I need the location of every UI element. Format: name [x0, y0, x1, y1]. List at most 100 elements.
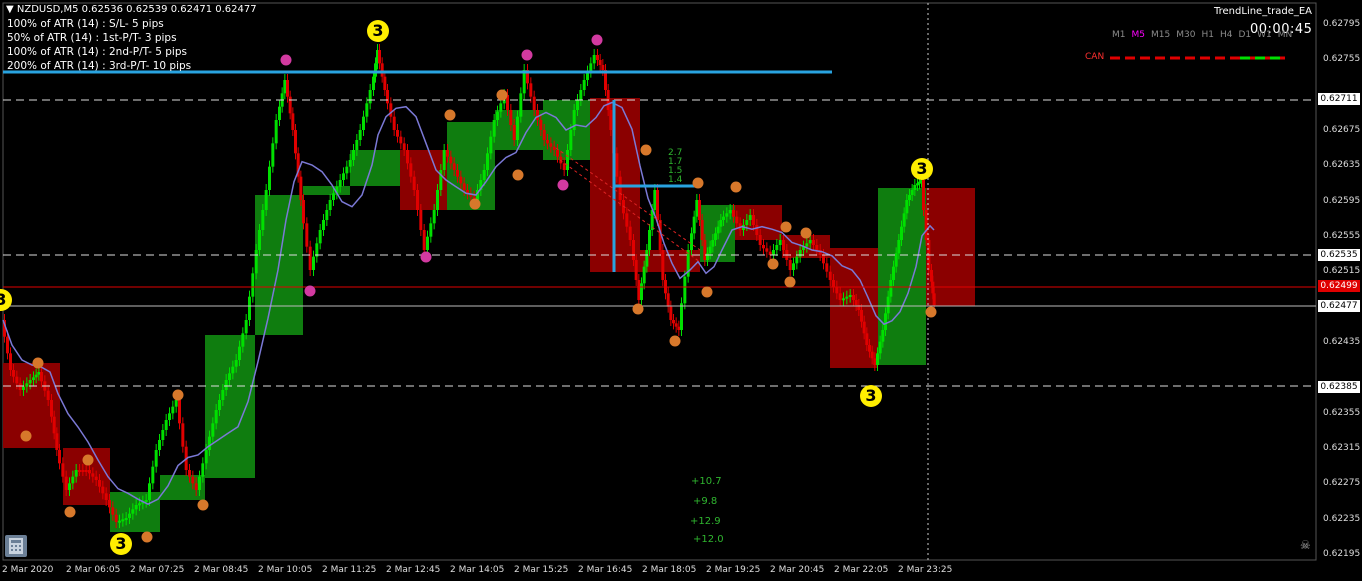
candle-body	[876, 353, 879, 365]
candle-body	[492, 120, 496, 137]
candle-body	[134, 505, 138, 510]
candle-body	[358, 130, 362, 140]
candle-body	[286, 80, 289, 97]
candle-body	[399, 136, 403, 144]
skull-icon[interactable]: ☠	[1300, 538, 1311, 552]
candle-body	[114, 514, 118, 522]
candle-body	[499, 103, 503, 112]
candle-body	[368, 90, 372, 104]
candle-body	[669, 306, 673, 320]
candle-body	[355, 140, 359, 150]
tf-m15[interactable]: M15	[1151, 30, 1170, 40]
candle-body	[94, 476, 98, 480]
candle-body	[302, 200, 305, 224]
candle-body	[325, 210, 329, 220]
candle-body	[509, 110, 513, 125]
candle-body	[208, 436, 211, 450]
price-tick: 0.62435	[1323, 337, 1361, 347]
price-tick: 0.62499	[1318, 280, 1360, 293]
candle-body	[342, 173, 345, 180]
candle-body	[15, 376, 19, 384]
candle-body	[258, 230, 261, 250]
candle-body	[338, 180, 342, 187]
candle-body	[625, 213, 629, 227]
candle-body	[512, 125, 516, 140]
tf-w1[interactable]: W1	[1257, 30, 1272, 40]
candle-body	[722, 216, 725, 220]
candle-body	[908, 195, 911, 200]
candle-body	[683, 276, 687, 304]
time-tick: 2 Mar 10:05	[258, 565, 313, 575]
candle-body	[429, 223, 433, 237]
candle-body	[549, 143, 553, 147]
candle-body	[569, 130, 573, 150]
candle-body	[18, 383, 22, 390]
candle-body	[462, 183, 466, 190]
candle-body	[666, 293, 670, 307]
candle-body	[519, 93, 523, 117]
wave-marker: 3	[860, 385, 882, 407]
fractal-marker	[420, 251, 432, 263]
fractal-marker	[780, 221, 792, 233]
candle-body	[111, 507, 115, 515]
fractal-marker	[141, 531, 153, 543]
candle-body	[838, 293, 842, 300]
candle-body	[138, 503, 141, 506]
candle-body	[552, 146, 556, 150]
candle-body	[128, 513, 131, 518]
price-tick: 0.62275	[1323, 478, 1361, 489]
tf-m1[interactable]: M1	[1112, 30, 1126, 40]
candle-body	[148, 483, 151, 500]
tf-d1[interactable]: D1	[1238, 30, 1251, 40]
candle-body	[40, 372, 43, 382]
time-tick: 2 Mar 06:05	[66, 565, 121, 575]
candle-body	[672, 320, 675, 324]
tf-m5[interactable]: M5	[1132, 30, 1146, 40]
expert-advisor-name: TrendLine_trade_EA	[1214, 6, 1313, 17]
candle-body	[214, 410, 218, 424]
candle-body	[28, 380, 32, 384]
candle-body	[642, 266, 646, 284]
candle-body	[632, 240, 635, 260]
candle-body	[171, 406, 175, 414]
calculator-icon[interactable]	[5, 535, 27, 557]
candle-body	[37, 372, 41, 375]
candle-body	[118, 520, 121, 523]
timeframe-row: M1 M5 M15 M30 H1 H4 D1 W1 MN	[1112, 30, 1298, 40]
tf-h4[interactable]: H4	[1220, 30, 1233, 40]
session-box	[878, 188, 926, 365]
candle-body	[178, 400, 181, 424]
fractal-marker	[496, 89, 508, 101]
fractal-marker	[512, 169, 524, 181]
price-chart[interactable]	[0, 0, 1362, 581]
candle-body	[34, 374, 38, 378]
candle-body	[822, 255, 825, 264]
candle-body	[91, 473, 95, 477]
candle-body	[71, 476, 75, 484]
candle-body	[231, 366, 235, 374]
candle-body	[204, 450, 208, 464]
tf-h1[interactable]: H1	[1201, 30, 1214, 40]
time-tick: 2 Mar 12:45	[386, 565, 441, 575]
candle-body	[291, 113, 295, 130]
tf-m30[interactable]: M30	[1176, 30, 1195, 40]
candle-body	[852, 295, 855, 300]
price-tick: 0.62235	[1323, 513, 1361, 524]
candle-body	[459, 176, 463, 184]
candle-body	[690, 233, 693, 250]
candle-body	[174, 400, 178, 407]
tf-mn[interactable]: MN	[1278, 30, 1293, 40]
candle-body	[374, 63, 377, 77]
candle-body	[151, 466, 155, 484]
candle-body	[805, 243, 809, 247]
fractal-marker	[280, 54, 292, 66]
candle-body	[383, 76, 387, 90]
candle-body	[168, 413, 171, 420]
dropdown-triangle-icon[interactable]: ▼	[6, 4, 14, 15]
price-tick: 0.62385	[1318, 381, 1360, 394]
candle-body	[905, 200, 909, 214]
candle-body	[862, 321, 866, 334]
candle-body	[692, 216, 696, 234]
candle-body	[539, 120, 543, 130]
candle-body	[261, 210, 265, 230]
